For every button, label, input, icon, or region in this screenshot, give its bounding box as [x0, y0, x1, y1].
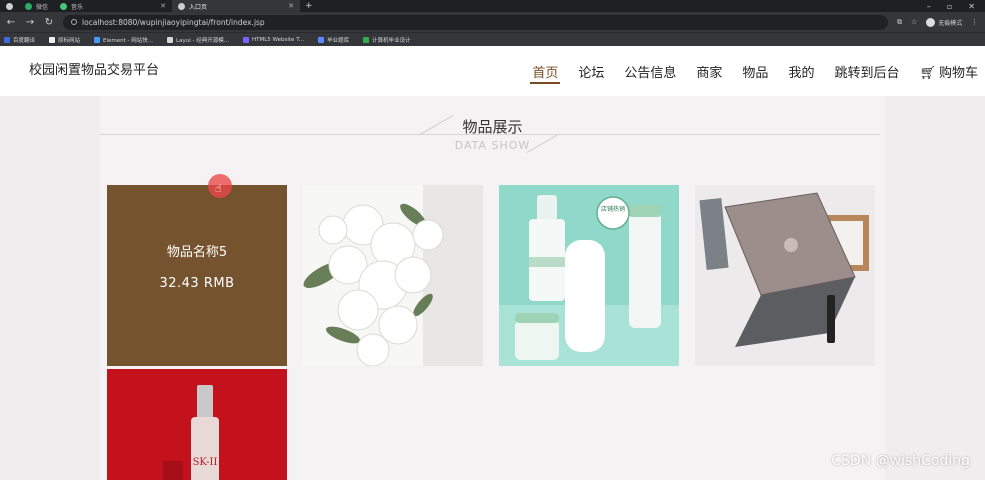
product-price: 32.43 RMB [159, 276, 235, 291]
product-image-laptop [695, 185, 875, 366]
product-image-skincare: 店铺热销 [499, 185, 679, 366]
profile-button[interactable]: 无痕模式 [926, 17, 962, 27]
bookmark-item[interactable]: 毕业题库 [318, 36, 349, 44]
tab-favicon [25, 2, 32, 10]
translate-icon[interactable]: ⧉ [897, 18, 902, 27]
url-text: localhost:8080/wupinjiaoyipingtai/front/… [82, 17, 265, 27]
bookmark-label: 计算机毕业设计 [372, 37, 411, 44]
bookmark-star-icon[interactable]: ☆ [911, 18, 917, 26]
browser-tab-0[interactable] [0, 0, 19, 12]
nav-notices[interactable]: 公告信息 [624, 62, 676, 81]
minimize-icon[interactable]: – [927, 2, 931, 11]
browser-tab-2[interactable]: 音乐 ✕ [54, 0, 172, 12]
menu-kebab-icon[interactable]: ⋮ [971, 18, 978, 26]
bottle-brand-text: SK-II [193, 457, 218, 468]
site-title: 校园闲置物品交易平台 [29, 63, 160, 78]
bookmark-item[interactable]: 计算机毕业设计 [363, 36, 411, 44]
bookmark-label: 毕业题库 [327, 37, 350, 44]
section-title: 物品展示 [462, 118, 523, 136]
new-tab-plus-icon[interactable]: + [300, 1, 318, 11]
bookmark-label: 原标网站 [58, 37, 81, 44]
bookmark-icon [49, 36, 56, 43]
section-subtitle: DATA SHOW [454, 139, 531, 152]
browser-tab-3[interactable]: 入口页 ✕ [172, 0, 301, 12]
bookmark-item[interactable]: Layui - 经典开源模... [167, 36, 229, 44]
tab-favicon [178, 2, 186, 10]
site-nav: 首页 论坛 公告信息 商家 物品 我的 跳转到后台 🛒︎ 购物车 [530, 62, 978, 84]
browser-tab-1[interactable]: 微信 [19, 0, 54, 12]
bookmark-item[interactable]: HTML5 Website T... [242, 36, 305, 43]
nav-merchants[interactable]: 商家 [696, 62, 722, 81]
product-card[interactable]: SK-II [107, 369, 287, 480]
tab-favicon [60, 2, 68, 10]
nav-home[interactable]: 首页 [530, 62, 561, 84]
incognito-icon [926, 17, 936, 27]
forward-arrow-icon[interactable]: → [25, 17, 35, 28]
bookmark-item[interactable]: 原标网站 [49, 36, 80, 44]
nav-admin[interactable]: 跳转到后台 [834, 62, 899, 81]
bookmark-icon [4, 36, 10, 43]
close-window-icon[interactable]: ✕ [968, 2, 975, 11]
bookmark-icon [94, 36, 101, 43]
nav-mine[interactable]: 我的 [788, 62, 814, 81]
bookmark-label: 百度翻译 [13, 37, 36, 44]
bookmark-icon [242, 36, 249, 43]
nav-items[interactable]: 物品 [742, 62, 768, 81]
close-icon[interactable]: ✕ [160, 2, 166, 10]
product-image-flowers [303, 185, 483, 366]
close-icon[interactable]: ✕ [288, 2, 294, 10]
watermark: CSDN @wishCoding [831, 453, 970, 469]
window-controls: – ▫ ✕ [927, 2, 985, 11]
cart-icon: 🛒︎ [919, 66, 936, 81]
bookmark-item[interactable]: 百度翻译 [4, 36, 35, 44]
bookmark-item[interactable]: Element - 网站快... [94, 36, 153, 44]
bookmark-label: Layui - 经典开源模... [176, 37, 229, 44]
browser-tab-strip: 微信 音乐 ✕ 入口页 ✕ + – ▫ ✕ [0, 0, 985, 12]
reload-icon[interactable]: ↻ [44, 17, 54, 28]
hand-pointer-icon: ☝ [215, 182, 222, 195]
bookmarks-bar: 百度翻译 原标网站 Element - 网站快... Layui - 经典开源模...… [0, 32, 985, 46]
product-card[interactable]: 物品名称5 32.43 RMB [107, 185, 287, 366]
maximize-icon[interactable]: ▫ [947, 2, 952, 11]
bookmark-icon [318, 36, 325, 43]
badge-text: 店铺热销 [601, 205, 625, 213]
info-icon[interactable] [71, 19, 77, 25]
nav-forum[interactable]: 论坛 [578, 62, 604, 81]
product-card[interactable] [303, 185, 483, 366]
bookmark-icon [167, 36, 174, 43]
site-header: 校园闲置物品交易平台 首页 论坛 公告信息 商家 物品 我的 跳转到后台 🛒︎ 购… [0, 46, 985, 96]
bookmark-icon [363, 36, 370, 43]
toolbar-actions: ⧉ ☆ 无痕模式 ⋮ [897, 17, 978, 27]
url-bar[interactable]: localhost:8080/wupinjiaoyipingtai/front/… [63, 14, 888, 30]
chrome-icon [6, 2, 13, 10]
nav-cart[interactable]: 🛒︎ 购物车 [919, 62, 978, 81]
product-card[interactable]: 店铺热销 [499, 185, 679, 366]
product-name: 物品名称5 [166, 245, 228, 260]
product-card[interactable] [695, 185, 875, 366]
product-image-bottle: SK-II [107, 369, 287, 480]
bookmark-label: HTML5 Website T... [251, 36, 305, 43]
bookmark-label: Element - 网站快... [103, 37, 154, 44]
back-arrow-icon[interactable]: ← [6, 17, 16, 28]
address-toolbar: ← → ↻ localhost:8080/wupinjiaoyipingtai/… [0, 12, 985, 32]
